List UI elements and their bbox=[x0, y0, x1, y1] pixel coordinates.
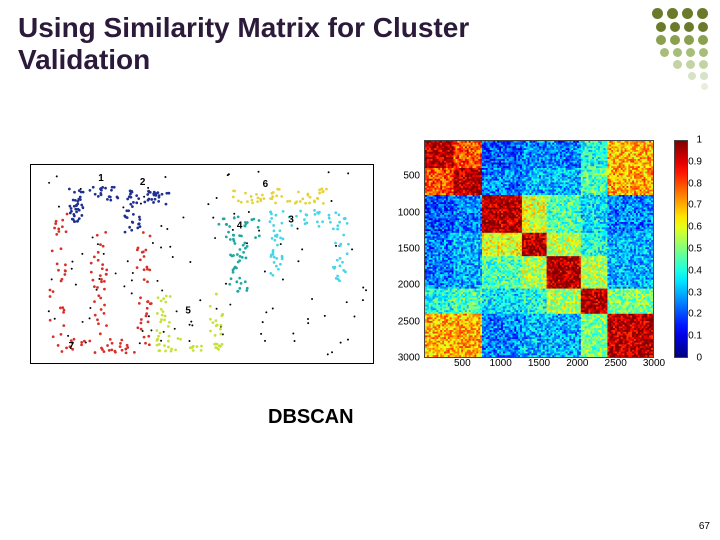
heatmap-x-ticks: 50010001500200025003000 bbox=[424, 358, 654, 372]
heatmap-figure: 50010001500200025003000 5001000150020002… bbox=[388, 140, 704, 370]
caption: DBSCAN bbox=[268, 406, 354, 429]
heatmap-y-ticks: 50010001500200025003000 bbox=[388, 140, 422, 358]
svg-text:3: 3 bbox=[288, 214, 294, 225]
page-number: 67 bbox=[699, 521, 710, 532]
slide-title: Using Similarity Matrix for Cluster Vali… bbox=[18, 12, 558, 76]
svg-text:5: 5 bbox=[185, 306, 191, 317]
svg-text:7: 7 bbox=[69, 341, 75, 352]
colorbar-ticks: 00.10.20.30.40.50.60.70.80.91 bbox=[690, 140, 702, 358]
colorbar bbox=[674, 140, 688, 358]
decorative-bullets bbox=[588, 8, 708, 113]
slide: Using Similarity Matrix for Cluster Vali… bbox=[0, 0, 720, 540]
svg-text:4: 4 bbox=[237, 220, 243, 231]
svg-text:2: 2 bbox=[140, 177, 146, 188]
scatter-plot: 1 2 3 4 5 6 7 bbox=[30, 164, 374, 364]
svg-text:1: 1 bbox=[98, 173, 104, 184]
svg-text:6: 6 bbox=[263, 179, 269, 190]
similarity-heatmap bbox=[424, 140, 654, 358]
